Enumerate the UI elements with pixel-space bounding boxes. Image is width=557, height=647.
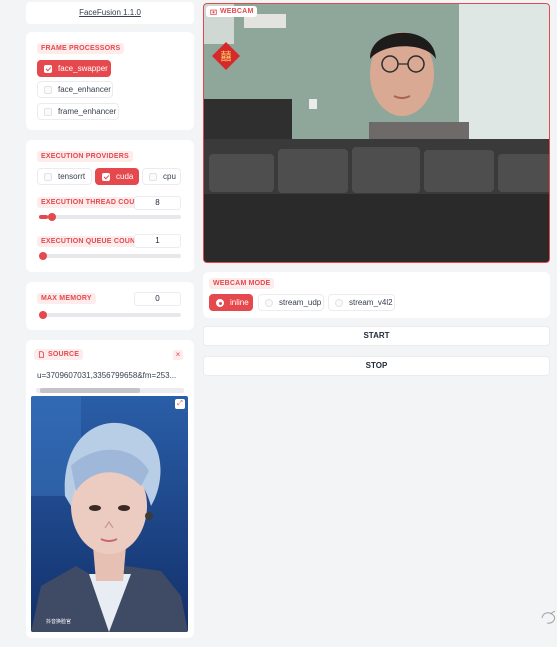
mode-stream-udp[interactable]: stream_udp	[258, 294, 324, 311]
source-watermark: 抖音换脸官	[46, 619, 72, 625]
checkbox-icon	[44, 107, 52, 116]
frame-processor-frame-enhancer[interactable]: frame_enhancer	[37, 103, 119, 120]
queue-count-slider[interactable]	[39, 252, 181, 260]
source-image	[31, 396, 188, 632]
webcam-label-text: WEBCAM	[220, 8, 254, 15]
queue-count-label: EXECUTION QUEUE COUNT	[37, 236, 144, 247]
start-button[interactable]: START	[203, 326, 550, 346]
checkbox-icon	[102, 172, 110, 181]
app-title-link[interactable]: FaceFusion 1.1.0	[26, 2, 194, 24]
frame-processors-label: FRAME PROCESSORS	[37, 43, 125, 54]
max-memory-input[interactable]: 0	[134, 292, 181, 306]
provider-cuda[interactable]: cuda	[95, 168, 139, 185]
option-label: stream_udp	[279, 298, 322, 307]
radio-icon	[335, 298, 343, 307]
provider-cpu[interactable]: cpu	[142, 168, 181, 185]
source-filename: u=3709607031,3356799658&fm=253...	[37, 371, 177, 380]
thread-count-label: EXECUTION THREAD COUNT	[37, 197, 149, 208]
fullscreen-icon[interactable]: ⤢	[175, 399, 185, 409]
svg-text:囍: 囍	[221, 50, 232, 63]
frame-processor-face-enhancer[interactable]: face_enhancer	[37, 81, 113, 98]
thread-count-input[interactable]: 8	[134, 196, 181, 210]
queue-count-input[interactable]: 1	[134, 234, 181, 248]
max-memory-slider[interactable]	[39, 311, 181, 319]
option-label: stream_v4l2	[349, 298, 393, 307]
option-label: cpu	[163, 172, 176, 181]
max-memory-label: MAX MEMORY	[37, 293, 96, 304]
source-scrollbar-track[interactable]	[36, 388, 184, 393]
checkbox-icon	[44, 85, 52, 94]
webcam-label: WEBCAM	[206, 6, 258, 17]
source-label-text: SOURCE	[48, 351, 80, 358]
stop-button[interactable]: STOP	[203, 356, 550, 376]
source-scrollbar-thumb[interactable]	[40, 388, 140, 393]
mode-inline[interactable]: inline	[209, 294, 253, 311]
option-label: tensorrt	[58, 172, 86, 181]
option-label: face_swapper	[58, 64, 108, 73]
slider-thumb[interactable]	[39, 311, 47, 319]
webcam-feed: 囍	[204, 4, 549, 262]
webcam-panel: 囍	[203, 3, 550, 263]
option-label: inline	[230, 298, 249, 307]
option-label: cuda	[116, 172, 134, 181]
slider-thumb[interactable]	[39, 252, 47, 260]
radio-icon	[216, 298, 224, 307]
file-icon	[38, 351, 45, 358]
frame-processor-face-swapper[interactable]: face_swapper	[37, 60, 111, 77]
checkbox-icon	[149, 172, 157, 181]
mode-stream-v4l2[interactable]: stream_v4l2	[328, 294, 395, 311]
source-label: SOURCE	[34, 349, 84, 360]
webcam-mode-label: WEBCAM MODE	[209, 278, 275, 289]
corner-doodle-icon	[540, 608, 557, 628]
execution-providers-label: EXECUTION PROVIDERS	[37, 151, 133, 162]
camera-icon	[210, 9, 217, 15]
thread-count-slider[interactable]	[39, 213, 181, 221]
slider-fill	[39, 215, 48, 219]
max-memory-panel	[26, 282, 194, 330]
slider-thumb[interactable]	[47, 213, 56, 221]
radio-icon	[265, 298, 273, 307]
option-label: frame_enhancer	[58, 107, 117, 116]
option-label: face_enhancer	[58, 85, 111, 94]
close-icon[interactable]: ×	[173, 350, 183, 360]
checkbox-icon	[44, 64, 52, 73]
checkbox-icon	[44, 172, 52, 181]
provider-tensorrt[interactable]: tensorrt	[37, 168, 92, 185]
